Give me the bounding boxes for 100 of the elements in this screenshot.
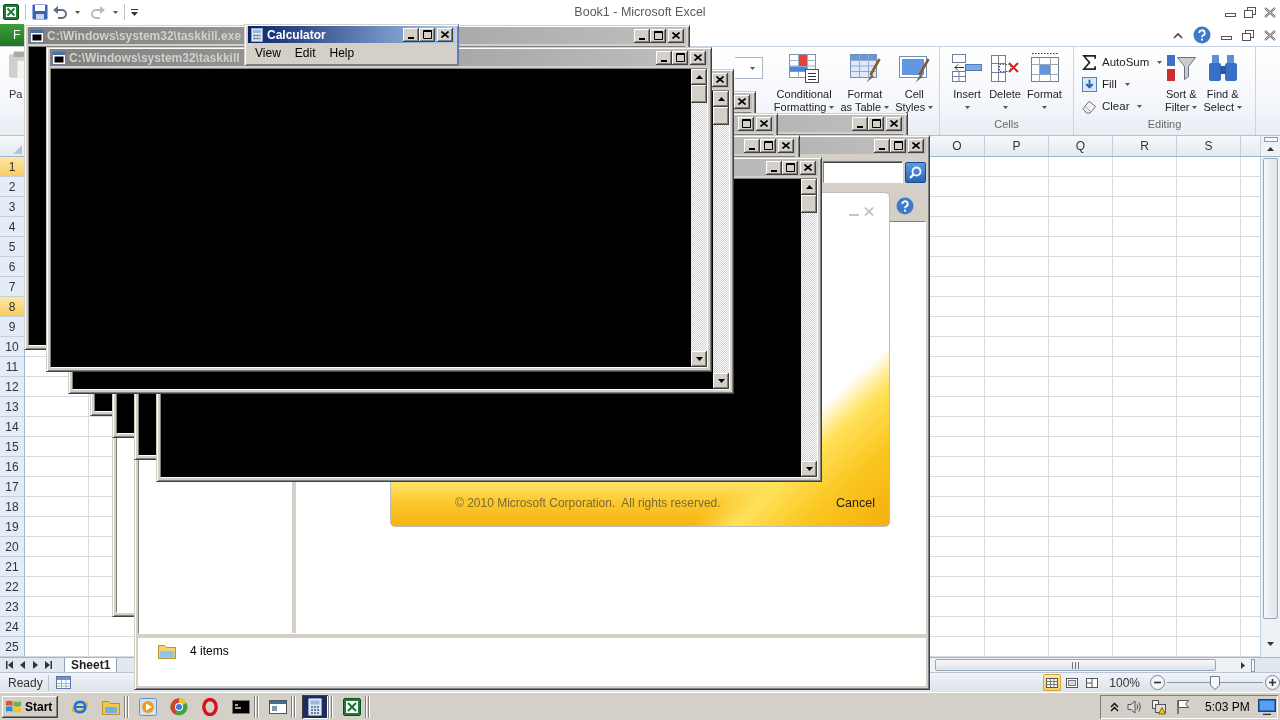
row-header[interactable]: 3 <box>0 197 25 217</box>
scroll-up-button[interactable] <box>713 91 729 107</box>
zoom-slider-thumb[interactable] <box>1210 675 1220 690</box>
row-header[interactable]: 8 <box>0 297 25 317</box>
toolbar-menu-icon[interactable] <box>131 8 138 16</box>
close-button[interactable] <box>437 27 453 42</box>
row-header[interactable]: 6 <box>0 257 25 277</box>
minimize-button[interactable] <box>403 27 419 42</box>
scrollbar[interactable] <box>691 69 707 367</box>
cell-styles-button[interactable]: Cell Styles <box>892 51 937 113</box>
find-select-button[interactable]: Find & Select <box>1200 51 1246 113</box>
paste-button[interactable]: Pa <box>0 47 24 103</box>
previous-sheet-icon[interactable] <box>19 661 26 669</box>
scroll-up-button[interactable] <box>691 69 707 85</box>
row-header[interactable]: 14 <box>0 417 25 437</box>
undo-icon[interactable] <box>53 5 67 19</box>
zoom-slider[interactable] <box>1167 674 1263 691</box>
minimize-icon[interactable] <box>1221 36 1232 40</box>
cancel-button[interactable]: Cancel <box>836 496 875 510</box>
restore-icon[interactable] <box>1244 6 1256 18</box>
row-header[interactable]: 21 <box>0 557 25 577</box>
row-header[interactable]: 15 <box>0 437 25 457</box>
scroll-down-button[interactable] <box>713 373 729 389</box>
help-icon[interactable] <box>1193 26 1211 44</box>
horizontal-scrollbar[interactable] <box>930 657 1255 673</box>
format-button[interactable]: Format <box>1024 51 1065 109</box>
scroll-thumb[interactable] <box>801 195 817 213</box>
row-header[interactable]: 5 <box>0 237 25 257</box>
row-header[interactable]: 13 <box>0 397 25 417</box>
row-header[interactable]: 25 <box>0 637 25 657</box>
conditional-formatting-button[interactable]: Conditional Formatting <box>770 51 838 113</box>
down-arrow-icon[interactable] <box>1267 642 1274 646</box>
row-header[interactable]: 9 <box>0 317 25 337</box>
format-as-table-button[interactable]: Format as Table <box>837 51 893 113</box>
save-icon[interactable] <box>32 4 48 20</box>
row-header[interactable]: 10 <box>0 337 25 357</box>
row-header[interactable]: 7 <box>0 277 25 297</box>
row-header[interactable]: 12 <box>0 377 25 397</box>
column-header[interactable]: Q <box>1049 136 1113 156</box>
scroll-thumb[interactable] <box>935 659 1216 671</box>
row-header[interactable]: 23 <box>0 597 25 617</box>
insert-button[interactable]: Insert <box>948 51 987 109</box>
row-header[interactable]: 18 <box>0 497 25 517</box>
column-header[interactable]: S <box>1177 136 1241 156</box>
calculator-button[interactable] <box>302 694 328 719</box>
start-button[interactable]: Start <box>2 695 58 718</box>
row-header[interactable]: 1 <box>0 157 25 177</box>
next-sheet-icon[interactable] <box>32 661 39 669</box>
fill-button[interactable]: Fill <box>1078 73 1162 95</box>
restore-icon[interactable] <box>1242 29 1254 41</box>
delete-button[interactable]: Delete <box>986 51 1025 109</box>
menu-item[interactable]: View <box>248 43 288 62</box>
flag-icon[interactable] <box>1175 698 1191 715</box>
scroll-down-button[interactable] <box>801 461 817 477</box>
spreadsheet-app-icon[interactable] <box>3 4 19 20</box>
sort-filter-button[interactable]: Sort & Filter <box>1162 51 1201 113</box>
column-header[interactable]: R <box>1113 136 1177 156</box>
split-handle[interactable] <box>1263 137 1278 142</box>
row-header[interactable]: 11 <box>0 357 25 377</box>
minimize-icon[interactable] <box>1225 13 1236 17</box>
scroll-thumb[interactable] <box>691 85 707 103</box>
column-header[interactable]: P <box>985 136 1049 156</box>
help-icon[interactable] <box>896 196 914 215</box>
right-arrow-icon[interactable] <box>1241 661 1245 669</box>
row-header[interactable]: 16 <box>0 457 25 477</box>
close-icon[interactable] <box>1264 29 1276 41</box>
search-button[interactable] <box>905 161 926 183</box>
search-field[interactable] <box>823 161 903 183</box>
chevron-up-icon[interactable] <box>1110 701 1119 712</box>
scroll-down-button[interactable] <box>691 351 707 367</box>
row-header[interactable]: 4 <box>0 217 25 237</box>
clear-button[interactable]: Clear <box>1078 95 1162 117</box>
sheet-record-icon[interactable] <box>56 676 71 689</box>
row-header[interactable]: 19 <box>0 517 25 537</box>
maximize-button[interactable] <box>419 27 435 42</box>
up-arrow-icon[interactable] <box>1267 147 1274 151</box>
network-warning-icon[interactable] <box>1151 698 1167 715</box>
last-sheet-icon[interactable] <box>45 661 52 669</box>
menu-item[interactable]: Edit <box>287 43 323 62</box>
menu-item[interactable]: Help <box>322 43 362 62</box>
scrollbar[interactable] <box>801 179 817 477</box>
autosum-button[interactable]: AutoSum <box>1078 51 1162 73</box>
monitor-icon[interactable] <box>1258 698 1276 715</box>
first-sheet-icon[interactable] <box>6 661 13 669</box>
scrollbar[interactable] <box>713 91 729 389</box>
scroll-up-button[interactable] <box>801 179 817 195</box>
speaker-icon[interactable] <box>1127 698 1143 715</box>
row-header[interactable]: 2 <box>0 177 25 197</box>
row-header[interactable]: 20 <box>0 537 25 557</box>
scrollbar[interactable] <box>1260 157 1280 657</box>
scroll-thumb[interactable] <box>713 107 729 125</box>
row-header[interactable]: 17 <box>0 477 25 497</box>
zoom-out-icon[interactable] <box>1150 675 1165 690</box>
close-icon[interactable] <box>1264 6 1276 18</box>
file-tab[interactable]: F <box>0 24 24 46</box>
scroll-thumb[interactable] <box>1263 158 1278 619</box>
chevron-up-icon[interactable] <box>1173 31 1183 39</box>
split-handle[interactable] <box>1251 658 1255 672</box>
zoom-in-icon[interactable] <box>1265 675 1280 690</box>
row-header[interactable]: 22 <box>0 577 25 597</box>
